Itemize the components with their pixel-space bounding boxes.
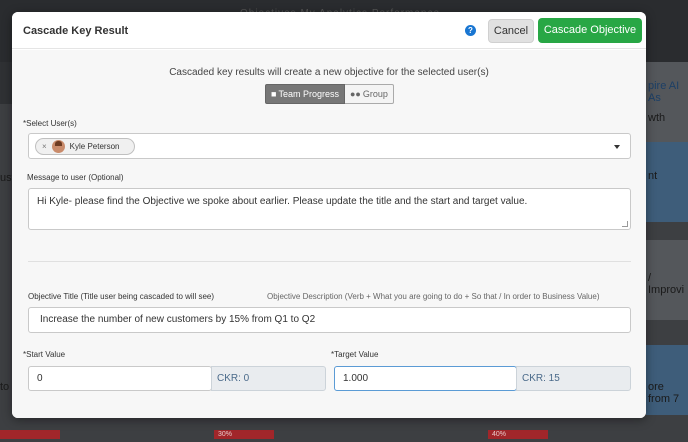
- target-ckr-badge: CKR: 15: [516, 366, 631, 391]
- background-text: to: [0, 381, 10, 393]
- team-progress-label: Team Progress: [278, 89, 339, 99]
- background-text: nt: [648, 170, 658, 182]
- cancel-button[interactable]: Cancel: [488, 19, 534, 43]
- background-header: wth: [648, 112, 666, 124]
- cascade-key-result-modal: Cascade Key Result ? Cancel Cascade Obje…: [12, 12, 646, 418]
- background-progress: 40%: [488, 430, 548, 439]
- group-label: Group: [362, 89, 388, 99]
- caret-down-icon[interactable]: [614, 145, 620, 149]
- user-icon: ■: [271, 89, 277, 99]
- modal-body: Cascaded key results will create a new o…: [12, 50, 646, 418]
- objective-title-label: Objective Title (Title user being cascad…: [28, 292, 215, 301]
- user-chip: × Kyle Peterson: [35, 138, 135, 155]
- objective-description-label: Objective Description (Verb + What you a…: [267, 292, 600, 301]
- team-progress-toggle[interactable]: ■ Team Progress: [265, 84, 345, 104]
- group-toggle[interactable]: ●● Group: [344, 84, 394, 104]
- cascade-mode-toggle: ■ Team Progress ●● Group: [265, 84, 394, 104]
- background-progress: 30%: [214, 430, 274, 439]
- avatar: [51, 140, 65, 153]
- background-link: pire AI As: [648, 80, 680, 104]
- modal-header: Cascade Key Result ? Cancel Cascade Obje…: [12, 12, 646, 49]
- objective-title-input[interactable]: Increase the number of new customers by …: [28, 307, 631, 333]
- intro-text: Cascaded key results will create a new o…: [169, 67, 489, 78]
- target-value-input[interactable]: 1.000: [334, 366, 517, 391]
- help-icon[interactable]: ?: [465, 25, 476, 36]
- chip-user-name: Kyle Peterson: [69, 142, 120, 151]
- message-label: Message to user (Optional): [27, 173, 124, 182]
- target-value-label: *Target Value: [331, 350, 379, 359]
- background-text: ore from 7: [648, 381, 680, 405]
- start-value-label: *Start Value: [23, 350, 66, 359]
- cascade-objective-button[interactable]: Cascade Objective: [538, 18, 642, 43]
- start-ckr-badge: CKR: 0: [211, 366, 326, 391]
- background-panel: [646, 142, 688, 222]
- chip-remove-icon[interactable]: ×: [42, 142, 47, 151]
- resize-handle[interactable]: [622, 221, 628, 227]
- start-value-input[interactable]: 0: [28, 366, 212, 391]
- divider: [28, 261, 631, 262]
- users-icon: ●●: [349, 89, 361, 99]
- message-textarea[interactable]: Hi Kyle- please find the Objective we sp…: [28, 188, 631, 230]
- background-progress: [0, 430, 60, 439]
- modal-title: Cascade Key Result: [23, 25, 129, 37]
- select-users-label: *Select User(s): [23, 119, 77, 128]
- background-text: / Improvi: [648, 272, 685, 296]
- message-text: Hi Kyle- please find the Objective we sp…: [37, 196, 528, 207]
- select-users-dropdown[interactable]: × Kyle Peterson: [28, 133, 631, 159]
